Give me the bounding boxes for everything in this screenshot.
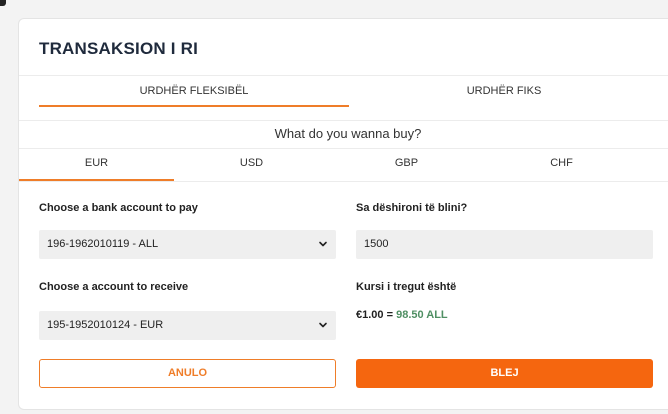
rate-prefix: €1.00 = <box>356 309 397 321</box>
chevron-down-icon <box>319 322 327 328</box>
rate-value: 98.50 ALL <box>396 309 448 321</box>
corner-mark <box>0 0 6 6</box>
page-title: TRANSAKSION I RI <box>39 39 199 58</box>
currency-tabs: EUR USD GBP CHF <box>19 149 668 181</box>
tab-currency-usd[interactable]: USD <box>174 149 329 181</box>
pay-account-label: Choose a bank account to pay <box>39 202 198 214</box>
tab-fixed-order[interactable]: URDHËR FIKS <box>349 81 659 107</box>
tab-currency-eur[interactable]: EUR <box>19 149 174 181</box>
receive-account-select[interactable]: 195-1952010124 - EUR <box>39 311 336 340</box>
buy-question: What do you wanna buy? <box>274 126 422 141</box>
chevron-down-icon <box>319 241 327 247</box>
order-type-tabs: URDHËR FLEKSIBËL URDHËR FIKS <box>39 81 659 107</box>
pay-account-value: 196-1962010119 - ALL <box>47 238 159 250</box>
receive-account-value: 195-1952010124 - EUR <box>47 319 164 331</box>
divider <box>19 75 668 76</box>
market-rate-label: Kursi i tregut është <box>356 281 457 293</box>
cancel-button[interactable]: ANULO <box>39 359 336 388</box>
buy-button[interactable]: BLEJ <box>356 359 653 388</box>
tab-flexible-order[interactable]: URDHËR FLEKSIBËL <box>39 81 349 107</box>
new-transaction-card: TRANSAKSION I RI URDHËR FLEKSIBËL URDHËR… <box>18 18 668 410</box>
tab-currency-gbp[interactable]: GBP <box>329 149 484 181</box>
amount-label: Sa dëshironi të blini? <box>356 202 468 214</box>
divider <box>19 181 668 182</box>
pay-account-select[interactable]: 196-1962010119 - ALL <box>39 230 336 259</box>
tab-currency-chf[interactable]: CHF <box>484 149 639 181</box>
market-rate: €1.00 = 98.50 ALL <box>356 309 448 321</box>
amount-input[interactable]: 1500 <box>356 230 653 259</box>
receive-account-label: Choose a account to receive <box>39 281 189 293</box>
